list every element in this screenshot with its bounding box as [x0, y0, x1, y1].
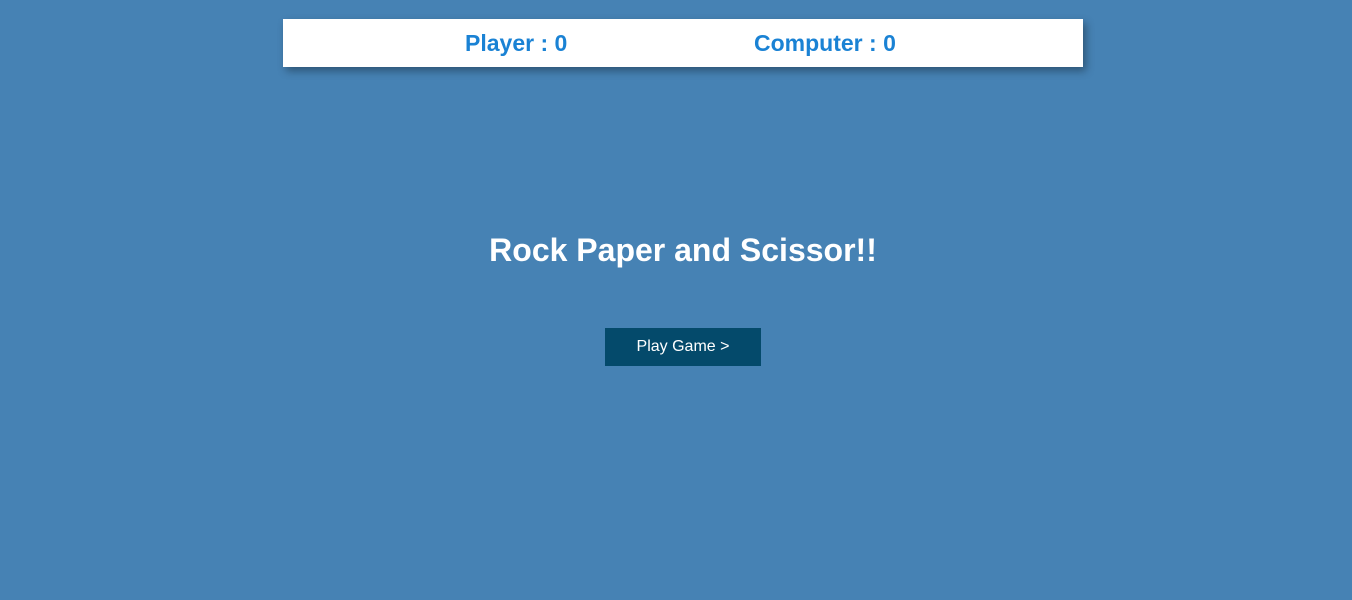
- scoreboard: Player : 0 Computer : 0: [283, 19, 1083, 67]
- computer-score-label: Computer: [754, 30, 863, 56]
- computer-score-value: 0: [883, 30, 896, 56]
- computer-score: Computer : 0: [754, 19, 896, 67]
- computer-score-separator: :: [862, 30, 884, 56]
- player-score: Player : 0: [465, 19, 567, 67]
- player-score-value: 0: [554, 30, 568, 56]
- game-title: Rock Paper and Scissor!!: [489, 232, 877, 268]
- play-game-button[interactable]: Play Game >: [605, 328, 761, 366]
- player-score-separator: :: [534, 30, 555, 56]
- player-score-label: Player: [465, 30, 535, 56]
